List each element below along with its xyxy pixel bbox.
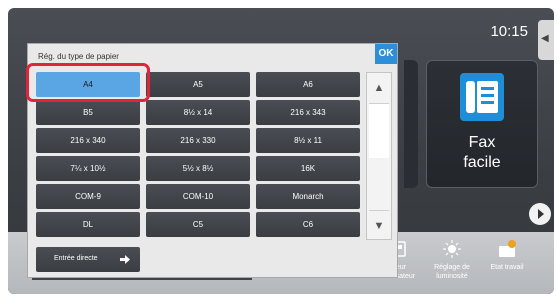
size-button[interactable]: Monarch (256, 184, 360, 209)
next-page-button[interactable] (529, 203, 551, 225)
scroll-up-icon[interactable]: ▲ (367, 75, 391, 101)
side-panel-tab[interactable]: ◀ (538, 20, 554, 60)
size-button[interactable]: 8½ x 14 (146, 100, 250, 125)
size-button[interactable]: 216 x 343 (256, 100, 360, 125)
paper-type-dialog: Rég. du type de papier OK A4 A5 A6 B5 8½… (27, 43, 398, 278)
partial-home-tile[interactable] (404, 60, 418, 188)
dialog-title: Rég. du type de papier (38, 52, 119, 61)
size-button[interactable]: C5 (146, 212, 250, 237)
size-button[interactable]: 7¼ x 10½ (36, 156, 140, 181)
fax-easy-tile[interactable]: Fax facile (426, 60, 538, 188)
scroll-thumb[interactable] (369, 104, 389, 158)
brightness-label-line2: luminosité (436, 273, 468, 280)
brightness-icon (443, 240, 461, 258)
clock: 10:15 (490, 23, 528, 40)
direct-entry-button[interactable]: Entrée directe (36, 247, 140, 272)
ok-button[interactable]: OK (375, 44, 397, 64)
size-button[interactable]: DL (36, 212, 140, 237)
size-button[interactable]: 16K (256, 156, 360, 181)
size-button[interactable]: A6 (256, 72, 360, 97)
fax-label-line2: facile (463, 154, 501, 171)
size-button[interactable]: 216 x 330 (146, 128, 250, 153)
scroll-track[interactable] (369, 103, 389, 211)
job-status-label: Etat travail (490, 264, 524, 271)
size-button[interactable]: 5½ x 8½ (146, 156, 250, 181)
scrollbar[interactable]: ▲ ▼ (366, 72, 392, 240)
size-button[interactable]: COM-10 (146, 184, 250, 209)
fax-icon (460, 73, 504, 121)
paper-size-grid: A4 A5 A6 B5 8½ x 14 216 x 343 216 x 340 … (36, 72, 360, 237)
job-status-item[interactable]: Etat travail (482, 240, 532, 272)
chevron-left-icon: ◀ (541, 33, 549, 44)
size-button[interactable]: A5 (146, 72, 250, 97)
size-button[interactable]: 216 x 340 (36, 128, 140, 153)
size-button[interactable]: C6 (256, 212, 360, 237)
job-status-icon (499, 240, 516, 257)
size-button[interactable]: COM-9 (36, 184, 140, 209)
brightness-item[interactable]: Réglage de luminosité (426, 240, 478, 281)
arrow-right-icon (120, 255, 130, 264)
size-button[interactable]: B5 (36, 100, 140, 125)
size-button[interactable]: A4 (36, 72, 140, 97)
fax-label-line1: Fax (468, 134, 496, 151)
size-button[interactable]: 8½ x 11 (256, 128, 360, 153)
fax-tile-label: Fax facile (427, 133, 537, 173)
brightness-label-line1: Réglage de (434, 264, 470, 271)
direct-entry-label: Entrée directe (54, 255, 98, 262)
scroll-down-icon[interactable]: ▼ (367, 213, 391, 239)
